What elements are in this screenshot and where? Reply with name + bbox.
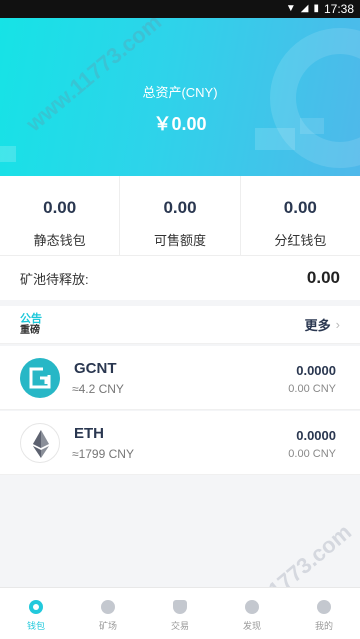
stat-dividend-wallet[interactable]: 0.00 分红钱包 <box>241 176 360 255</box>
discover-icon <box>245 600 259 614</box>
coin-balance: 0.0000 <box>296 428 336 443</box>
coin-price: ≈1799 CNY <box>72 447 134 461</box>
coin-price: ≈4.2 CNY <box>72 382 124 396</box>
announcement-tag: 公告 重磅 <box>20 312 42 336</box>
stat-value: 0.00 <box>43 198 77 217</box>
stat-sellable-quota[interactable]: 0.00 可售额度 <box>120 176 241 255</box>
tab-profile[interactable]: 我的 <box>288 588 360 639</box>
pool-pending-value: 0.00 <box>306 268 340 287</box>
announcement-bar[interactable]: 公告 重磅 更多 › <box>0 306 360 344</box>
coin-balance: 0.0000 <box>296 363 336 378</box>
coin-row-eth[interactable]: ETH ≈1799 CNY 0.0000 0.00 CNY <box>0 411 360 475</box>
announcement-tag-top: 公告 <box>20 312 42 325</box>
status-bar: ▼ ◢ ▮ 17:38 <box>0 0 360 18</box>
eth-logo-icon <box>20 423 60 463</box>
coin-balance-cny: 0.00 CNY <box>288 448 336 460</box>
tab-label: 发现 <box>242 621 261 631</box>
stat-label: 静态钱包 <box>33 233 86 248</box>
mining-pool-row: 矿池待释放: 0.00 <box>0 256 360 300</box>
pool-pending-label: 矿池待释放: <box>20 271 89 287</box>
decorative-block <box>0 146 16 162</box>
profile-icon <box>317 600 331 614</box>
more-label: 更多 <box>304 318 331 333</box>
signal-icon: ◢ <box>300 3 309 14</box>
tab-label: 我的 <box>314 621 333 631</box>
bottom-tab-bar: 钱包 矿场 交易 发现 我的 <box>0 587 360 639</box>
battery-icon: ▮ <box>313 3 319 14</box>
total-assets-value: ￥0.00 <box>153 114 207 134</box>
asset-header: 总资产(CNY) ￥0.00 <box>0 18 360 176</box>
tab-label: 钱包 <box>26 621 45 631</box>
tab-label: 交易 <box>170 621 189 631</box>
status-time: 17:38 <box>323 2 354 16</box>
tab-wallet[interactable]: 钱包 <box>0 588 72 639</box>
coin-name: ETH <box>74 425 104 442</box>
tab-label: 矿场 <box>98 621 117 631</box>
gcnt-logo-icon <box>20 358 60 398</box>
wallet-stats: 0.00 静态钱包 0.00 可售额度 0.00 分红钱包 <box>0 176 360 256</box>
announcement-tag-bottom: 重磅 <box>20 324 40 336</box>
stat-label: 分红钱包 <box>274 233 327 248</box>
wallet-icon <box>29 600 43 614</box>
stat-label: 可售额度 <box>153 233 206 248</box>
tab-mine[interactable]: 矿场 <box>72 588 144 639</box>
coin-name: GCNT <box>74 360 117 377</box>
mine-icon <box>101 600 115 614</box>
coin-row-gcnt[interactable]: GCNT ≈4.2 CNY 0.0000 0.00 CNY <box>0 346 360 410</box>
tab-discover[interactable]: 发现 <box>216 588 288 639</box>
trade-icon <box>173 600 187 614</box>
stat-static-wallet[interactable]: 0.00 静态钱包 <box>0 176 121 255</box>
wifi-icon: ▼ <box>285 3 296 14</box>
stat-value: 0.00 <box>283 198 317 217</box>
coin-balance-cny: 0.00 CNY <box>288 383 336 395</box>
chevron-right-icon: › <box>335 317 340 332</box>
more-button[interactable]: 更多 › <box>305 315 340 334</box>
tab-trade[interactable]: 交易 <box>144 588 216 639</box>
stat-value: 0.00 <box>163 198 197 217</box>
total-assets-label: 总资产(CNY) <box>142 85 218 100</box>
